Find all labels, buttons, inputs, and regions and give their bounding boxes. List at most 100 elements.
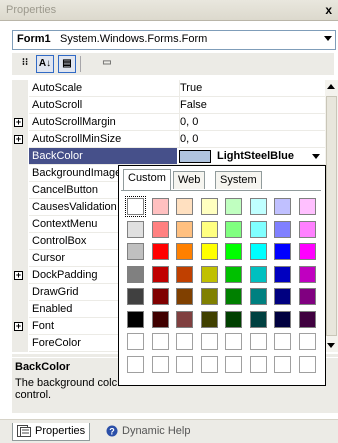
color-cell[interactable]	[127, 265, 144, 283]
chevron-down-icon[interactable]	[309, 149, 323, 163]
color-cell[interactable]	[298, 265, 316, 283]
property-row[interactable]: + AutoScrollMargin 0, 0	[12, 114, 325, 131]
color-cell[interactable]	[274, 310, 291, 328]
color-cell[interactable]	[298, 288, 316, 305]
color-cell[interactable]	[225, 265, 242, 283]
chevron-down-icon[interactable]	[324, 36, 332, 41]
color-cell[interactable]	[127, 288, 144, 305]
tab-dynamic-help[interactable]: ? Dynamic Help	[102, 423, 194, 440]
color-cell[interactable]	[298, 243, 316, 260]
property-row[interactable]: AutoScroll False	[12, 97, 325, 114]
expand-icon[interactable]: +	[14, 118, 23, 127]
color-cell[interactable]	[225, 310, 242, 328]
custom-color-slot[interactable]	[249, 333, 267, 350]
color-cell[interactable]	[274, 243, 291, 260]
color-cell[interactable]	[298, 220, 316, 238]
color-cell[interactable]	[274, 220, 291, 238]
color-cell[interactable]	[274, 265, 291, 283]
tab-properties[interactable]: Properties	[12, 423, 91, 441]
color-picker-tabs: Custom Web System	[121, 168, 321, 190]
close-button[interactable]: x	[325, 3, 332, 17]
color-cell[interactable]	[176, 198, 193, 215]
custom-color-slot[interactable]	[274, 355, 291, 373]
alphabetical-button[interactable]: A↓	[36, 55, 54, 73]
expand-icon[interactable]: +	[14, 322, 23, 331]
color-cell[interactable]	[151, 243, 169, 260]
property-value[interactable]: LightSteelBlue	[177, 148, 325, 165]
custom-color-slot[interactable]	[225, 355, 242, 373]
expand-icon[interactable]: +	[14, 271, 23, 280]
scroll-down-icon[interactable]	[325, 339, 338, 352]
property-value[interactable]: 0, 0	[177, 114, 325, 131]
color-cell[interactable]	[151, 310, 169, 328]
property-row[interactable]: + AutoScrollMinSize 0, 0	[12, 131, 325, 148]
color-cell[interactable]	[176, 310, 193, 328]
color-cell[interactable]	[176, 288, 193, 305]
color-cell[interactable]	[225, 243, 242, 260]
color-cell[interactable]	[249, 198, 267, 215]
color-cell[interactable]	[127, 220, 144, 238]
scroll-up-icon[interactable]	[325, 80, 338, 93]
categorized-button[interactable]: ⁝⁝	[16, 55, 34, 73]
tab-custom[interactable]: Custom	[123, 169, 171, 190]
color-cell[interactable]	[200, 243, 218, 260]
color-cell[interactable]	[127, 310, 144, 328]
custom-color-slot[interactable]	[274, 333, 291, 350]
custom-color-slot[interactable]	[200, 355, 218, 373]
tab-web[interactable]: Web	[173, 171, 206, 189]
color-cell[interactable]	[225, 288, 242, 305]
color-cell[interactable]	[151, 198, 169, 215]
color-cell[interactable]	[249, 288, 267, 305]
tab-system[interactable]: System	[215, 171, 262, 189]
properties-view-button[interactable]: ▤	[58, 55, 76, 73]
color-cell[interactable]	[225, 198, 242, 215]
color-cell[interactable]	[274, 288, 291, 305]
color-cell[interactable]	[151, 265, 169, 283]
custom-color-slot[interactable]	[176, 355, 193, 373]
color-cell[interactable]	[200, 288, 218, 305]
scroll-thumb[interactable]	[326, 96, 337, 336]
property-row[interactable]: BackColor LightSteelBlue	[12, 148, 325, 165]
color-cell[interactable]	[298, 310, 316, 328]
color-cell[interactable]	[151, 288, 169, 305]
custom-color-slot[interactable]	[151, 333, 169, 350]
vertical-scrollbar[interactable]	[325, 80, 338, 352]
color-cell[interactable]	[176, 265, 193, 283]
custom-color-slot[interactable]	[200, 333, 218, 350]
row-gutter	[12, 80, 28, 97]
color-cell[interactable]	[298, 198, 316, 215]
custom-color-slot[interactable]	[298, 333, 316, 350]
custom-color-slot[interactable]	[249, 355, 267, 373]
color-cell[interactable]	[200, 220, 218, 238]
property-row[interactable]: AutoScale True	[12, 80, 325, 97]
color-cell[interactable]	[249, 265, 267, 283]
color-cell[interactable]	[176, 243, 193, 260]
custom-color-slot[interactable]	[225, 333, 242, 350]
row-gutter	[12, 250, 28, 267]
color-cell[interactable]	[176, 220, 193, 238]
custom-color-slot[interactable]	[127, 333, 144, 350]
property-value[interactable]: True	[177, 80, 325, 97]
row-gutter	[12, 284, 28, 301]
events-button[interactable]: ▭	[98, 55, 116, 73]
color-cell[interactable]	[200, 265, 218, 283]
color-cell[interactable]	[200, 198, 218, 215]
object-selector[interactable]: Form1 System.Windows.Forms.Form	[12, 30, 336, 50]
color-cell[interactable]	[249, 243, 267, 260]
custom-color-slot[interactable]	[151, 355, 169, 373]
color-cell[interactable]	[249, 220, 267, 238]
custom-color-slot[interactable]	[127, 355, 144, 373]
color-cell[interactable]	[125, 196, 146, 217]
events-icon: ▭	[102, 57, 112, 68]
color-cell[interactable]	[249, 310, 267, 328]
custom-color-slot[interactable]	[176, 333, 193, 350]
custom-color-slot[interactable]	[298, 355, 316, 373]
color-cell[interactable]	[274, 198, 291, 215]
property-value[interactable]: False	[177, 97, 325, 114]
color-cell[interactable]	[151, 220, 169, 238]
color-cell[interactable]	[127, 243, 144, 260]
color-cell[interactable]	[200, 310, 218, 328]
color-cell[interactable]	[225, 220, 242, 238]
expand-icon[interactable]: +	[14, 135, 23, 144]
property-value[interactable]: 0, 0	[177, 131, 325, 148]
